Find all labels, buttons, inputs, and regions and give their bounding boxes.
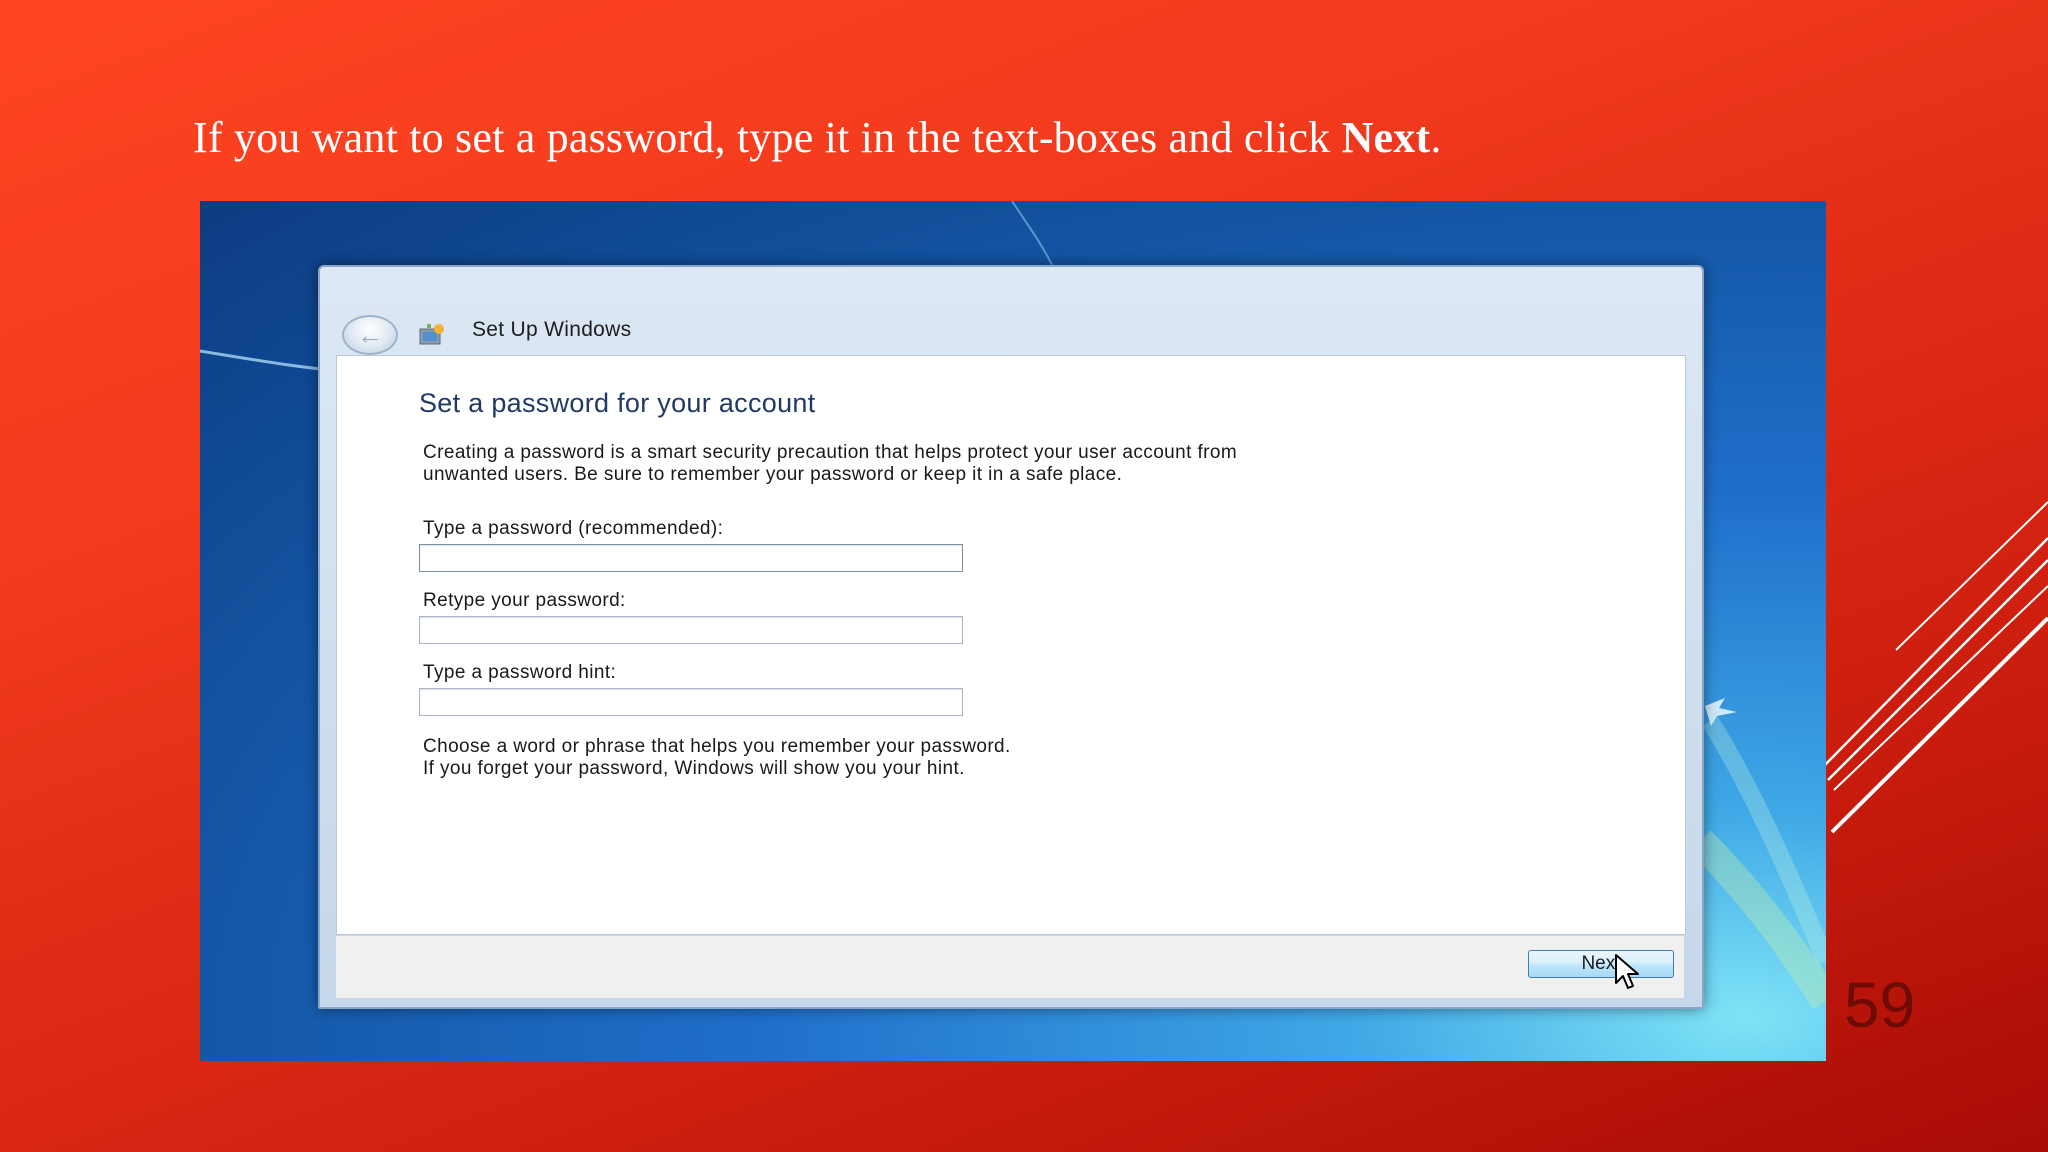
instruction-suffix: . — [1430, 113, 1442, 162]
retype-password-field[interactable] — [419, 616, 963, 644]
description-text: Creating a password is a smart security … — [423, 442, 1573, 486]
content-panel: Set a password for your account Creating… — [336, 355, 1686, 935]
instruction-prefix: If you want to set a password, type it i… — [193, 113, 1342, 162]
password-field[interactable] — [419, 544, 963, 572]
password-hint-field[interactable] — [419, 688, 963, 716]
description-line-2: unwanted users. Be sure to remember your… — [423, 464, 1123, 485]
password-label: Type a password (recommended): — [423, 518, 724, 539]
hint-note-line-1: Choose a word or phrase that helps you r… — [423, 736, 1011, 757]
page-number: 59 — [1844, 969, 1916, 1041]
page-title: Set a password for your account — [419, 388, 816, 418]
button-bar: Next — [336, 935, 1684, 998]
slide-instruction: If you want to set a password, type it i… — [193, 112, 1793, 163]
hint-note: Choose a word or phrase that helps you r… — [423, 736, 1573, 780]
instruction-bold-next: Next — [1341, 113, 1431, 162]
password-hint-label: Type a password hint: — [423, 662, 617, 683]
mouse-pointer-icon — [1615, 954, 1639, 989]
back-arrow-icon[interactable]: ← — [342, 315, 398, 355]
window-title: Set Up Windows — [472, 318, 632, 341]
setup-window: ← Set Up Windows Set a password for your… — [318, 265, 1704, 1009]
title-bar: ← Set Up Windows — [320, 267, 1702, 355]
next-button[interactable]: Next — [1528, 950, 1674, 978]
setup-screenshot: ← Set Up Windows Set a password for your… — [200, 201, 1826, 1061]
setup-windows-icon — [419, 324, 444, 345]
description-line-1: Creating a password is a smart security … — [423, 442, 1238, 463]
hint-note-line-2: If you forget your password, Windows wil… — [423, 758, 965, 779]
decorative-lines — [1820, 501, 2048, 834]
retype-password-label: Retype your password: — [423, 590, 626, 611]
